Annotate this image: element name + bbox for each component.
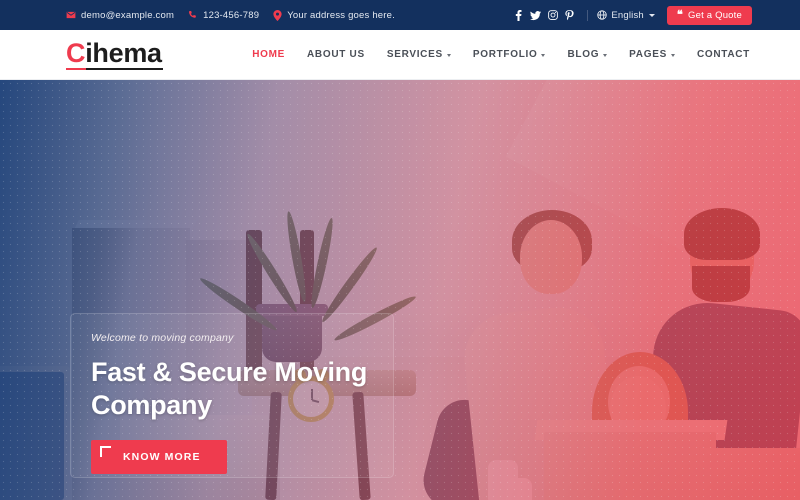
logo-underline-dark: [86, 67, 163, 70]
instagram-icon[interactable]: [544, 7, 561, 24]
get-a-quote-label: Get a Quote: [688, 9, 742, 21]
topbar-phone[interactable]: 123-456-789: [188, 10, 259, 21]
nav-item-label: ABOUT US: [307, 49, 365, 60]
nav-item-label: PORTFOLIO: [472, 49, 538, 60]
globe-icon: [597, 10, 608, 20]
hero-eyebrow: Welcome to moving company: [91, 332, 234, 344]
divider: [587, 9, 589, 21]
nav-item-label: PAGES: [629, 49, 667, 60]
nav-item-label: BLOG: [567, 49, 600, 60]
nav-item-contact[interactable]: CONTACT: [697, 49, 750, 60]
topbar-email[interactable]: demo@example.com: [66, 10, 174, 21]
envelope-icon: [66, 10, 76, 20]
topbar-email-text: demo@example.com: [81, 9, 175, 21]
language-selector[interactable]: English: [597, 10, 655, 21]
hero-title: Fast & Secure Moving Company: [91, 357, 368, 420]
topbar-phone-text: 123-456-789: [203, 9, 260, 21]
know-more-button[interactable]: KNOW MORE: [91, 439, 227, 474]
chevron-down-icon: [541, 53, 546, 57]
nav-item-about-us[interactable]: ABOUT US: [307, 49, 365, 60]
twitter-icon[interactable]: [527, 7, 544, 24]
nav-item-blog[interactable]: BLOG: [567, 49, 608, 60]
chevron-down-icon: [670, 53, 675, 57]
nav-item-label: HOME: [252, 49, 286, 60]
chevron-down-icon: [603, 53, 608, 57]
map-marker-icon: [273, 9, 282, 21]
phone-icon: [188, 10, 198, 20]
corner-bracket-icon: [100, 445, 111, 457]
nav-item-label: CONTACT: [696, 49, 750, 60]
top-bar: demo@example.com 123-456-789 Your addres…: [0, 0, 800, 30]
logo-first-letter: C: [66, 37, 86, 68]
topbar-address-text: Your address goes here.: [287, 9, 395, 21]
facebook-icon[interactable]: [510, 7, 527, 24]
top-bar-contact-group: demo@example.com 123-456-789 Your addres…: [66, 9, 395, 21]
site-logo[interactable]: Cihema: [66, 37, 163, 70]
pinterest-icon[interactable]: [561, 7, 578, 24]
topbar-address: Your address goes here.: [273, 9, 395, 21]
chevron-down-icon: [648, 14, 655, 17]
nav-item-home[interactable]: HOME: [252, 49, 285, 60]
hero-banner: Welcome to moving company Fast & Secure …: [0, 80, 800, 500]
logo-rest: ihema: [85, 37, 162, 68]
main-navbar: Cihema HOME ABOUT US SERVICES PORTFOLIO BLOG…: [0, 30, 800, 80]
nav-item-label: SERVICES: [386, 49, 443, 60]
nav-item-services[interactable]: SERVICES: [387, 49, 451, 60]
nav-item-portfolio[interactable]: PORTFOLIO: [473, 49, 546, 60]
chevron-down-icon: [446, 53, 451, 57]
hero-text-card: Welcome to moving company Fast & Secure …: [70, 313, 394, 478]
quote-icon: ❝: [676, 8, 684, 21]
language-label: English: [611, 9, 644, 21]
logo-underline-accent: [66, 67, 86, 70]
get-a-quote-button[interactable]: ❝ Get a Quote: [666, 5, 752, 25]
nav-item-pages[interactable]: PAGES: [629, 49, 675, 60]
know-more-label: KNOW MORE: [123, 450, 201, 463]
top-bar-right-group: English ❝ Get a Quote: [510, 5, 752, 25]
primary-nav: HOME ABOUT US SERVICES PORTFOLIO BLOG PAGES CO…: [252, 49, 750, 60]
